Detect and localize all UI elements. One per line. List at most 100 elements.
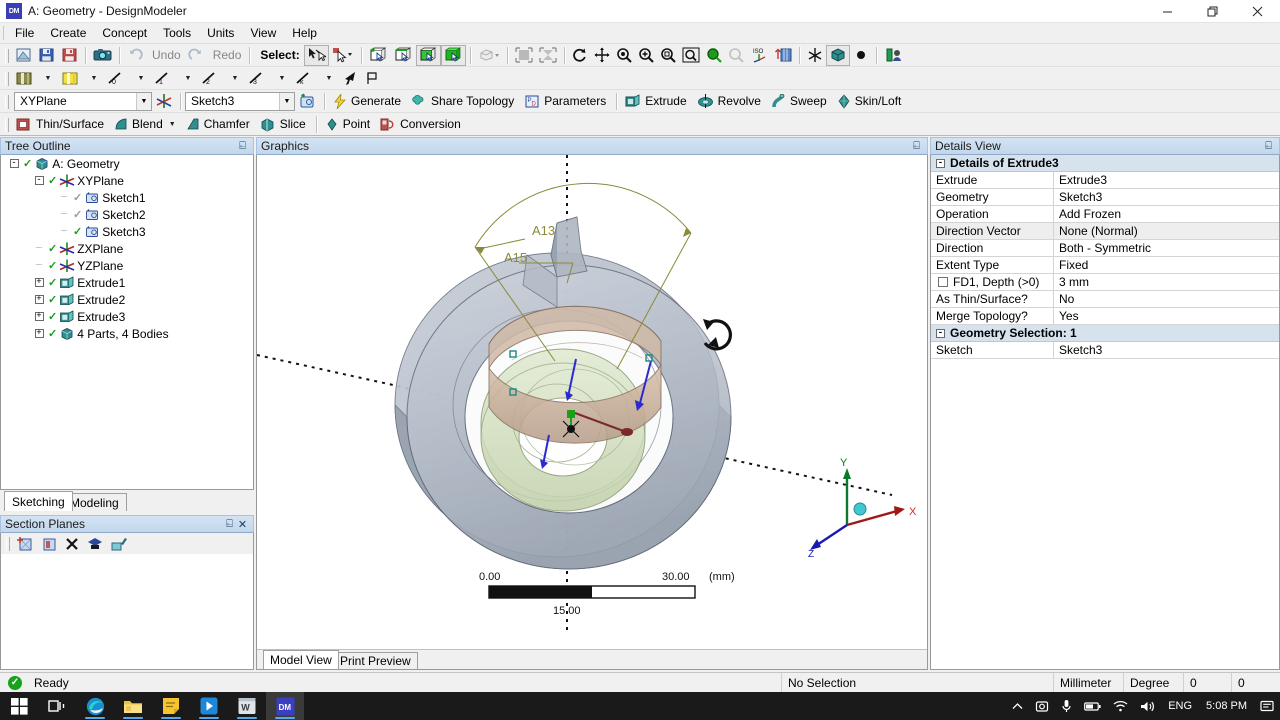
details-row[interactable]: Direction Vector None (Normal) [931, 223, 1279, 240]
taskbar-word[interactable]: W [228, 692, 266, 720]
toolbar-grip[interactable] [3, 93, 10, 110]
tree-expander[interactable]: + [30, 278, 48, 287]
select-faces-icon[interactable] [415, 44, 441, 66]
taskbar-file-explorer[interactable] [114, 692, 152, 720]
toolbar-grip[interactable] [4, 535, 11, 552]
tray-language[interactable]: ENG [1161, 700, 1199, 712]
tray-chevron-up-icon[interactable] [1006, 692, 1029, 720]
point-button[interactable]: Point [321, 114, 376, 135]
tree-expander[interactable]: - [5, 159, 23, 168]
display-plane-icon[interactable] [804, 45, 826, 66]
menu-create[interactable]: Create [42, 24, 94, 42]
tree-node-extrude1[interactable]: + ✓ Extrude1 [1, 274, 253, 291]
pointer-icon[interactable] [339, 68, 361, 89]
close-icon[interactable]: ✕ [236, 518, 249, 531]
details-row-value[interactable]: Both - Symmetric [1054, 240, 1279, 256]
chevron-down-icon[interactable]: ▼ [270, 68, 292, 89]
details-row-value[interactable]: None (Normal) [1054, 223, 1279, 239]
zoom-in-icon[interactable] [635, 45, 657, 66]
menu-help[interactable]: Help [284, 24, 325, 42]
tree-expander[interactable]: + [30, 329, 48, 338]
tree-node-a-geometry[interactable]: - ✓ A: Geometry [1, 155, 253, 172]
pan-icon[interactable] [591, 45, 613, 66]
tree-outline-body[interactable]: - ✓ A: Geometry - ✓ XYPlane ┈ ✓ Sketch1 ┈ ✓ Sketch2… [0, 155, 254, 490]
new-section-plane-icon[interactable] [13, 533, 37, 554]
details-row[interactable]: Extent Type Fixed [931, 257, 1279, 274]
details-row-value[interactable]: Add Frozen [1054, 206, 1279, 222]
dimension-label-a13[interactable]: A13 [532, 223, 555, 238]
sketch1-icon[interactable]: 1 [151, 68, 176, 89]
expander-box[interactable]: + [34, 295, 44, 304]
select-box-icon[interactable] [329, 45, 357, 66]
sketch0-icon[interactable]: 0 [104, 68, 129, 89]
select-edges-icon[interactable] [391, 45, 416, 66]
tree-node-4-parts-4-bodies[interactable]: + ✓ 4 Parts, 4 Bodies [1, 325, 253, 342]
details-row[interactable]: Merge Topology? Yes [931, 308, 1279, 325]
details-row-value[interactable]: 3 mm [1054, 274, 1279, 290]
share-topology-button[interactable]: Share Topology [407, 91, 520, 112]
details-row[interactable]: Extrude Extrude3 [931, 172, 1279, 189]
pin-icon[interactable]: ⍇ [223, 518, 236, 531]
generate-button[interactable]: Generate [329, 91, 407, 112]
details-row[interactable]: Geometry Sketch3 [931, 189, 1279, 206]
redo-icon[interactable] [185, 45, 207, 66]
box-zoom-icon[interactable] [657, 45, 679, 66]
conversion-button[interactable]: Conversion [376, 114, 467, 135]
save-as-icon[interactable] [58, 45, 81, 66]
expander-box[interactable]: + [34, 278, 44, 287]
details-row-value[interactable]: Extrude3 [1054, 172, 1279, 188]
notification-center-icon[interactable] [1254, 692, 1280, 720]
expander-box[interactable]: + [34, 312, 44, 321]
chevron-down-icon[interactable]: ▼ [169, 121, 176, 128]
expander-box[interactable]: - [34, 176, 44, 185]
section-paint-icon[interactable] [107, 533, 131, 554]
tab-print-preview[interactable]: Print Preview [333, 652, 418, 669]
section-expander[interactable]: - [936, 328, 945, 338]
task-view-button[interactable] [38, 692, 76, 720]
rotate-icon[interactable] [569, 45, 591, 66]
tab-sketching[interactable]: Sketching [4, 491, 73, 511]
chevron-down-icon[interactable]: ▼ [279, 92, 294, 110]
tree-node-sketch2[interactable]: ┈ ✓ Sketch2 [1, 206, 253, 223]
tray-clock[interactable]: 5:08 PM [1199, 700, 1254, 712]
tree-node-xyplane[interactable]: - ✓ XYPlane [1, 172, 253, 189]
display-model-icon[interactable] [825, 44, 850, 66]
expander-box[interactable]: - [9, 159, 19, 168]
menu-file[interactable]: File [7, 24, 42, 42]
show-whole-elements-icon[interactable] [83, 533, 107, 554]
iso-view-icon[interactable]: ISO [747, 45, 771, 66]
section-expander[interactable]: - [936, 158, 945, 168]
edit-section-plane-icon[interactable] [37, 533, 61, 554]
extrude-button[interactable]: Extrude [621, 91, 692, 112]
details-row[interactable]: Direction Both - Symmetric [931, 240, 1279, 257]
cross-section-icon[interactable] [881, 45, 907, 66]
dimension-label-a15[interactable]: A15 [504, 250, 527, 265]
chamfer-button[interactable]: Chamfer [182, 114, 256, 135]
sweep-button[interactable]: Sweep [767, 91, 833, 112]
plane-olive-icon[interactable] [12, 68, 36, 89]
blend-button[interactable]: Blend ▼ [110, 114, 182, 135]
chevron-down-icon[interactable]: ▼ [176, 68, 198, 89]
menu-concept[interactable]: Concept [94, 24, 155, 42]
parameter-checkbox[interactable] [938, 277, 948, 287]
parameters-button[interactable]: P D Parameters [520, 91, 612, 112]
details-row-value[interactable]: Fixed [1054, 257, 1279, 273]
select-vertices-icon[interactable] [366, 45, 391, 66]
details-section-header[interactable]: - Details of Extrude3 [931, 155, 1279, 172]
tree-node-yzplane[interactable]: ┈ ✓ YZPlane [1, 257, 253, 274]
details-row-value[interactable]: Yes [1054, 308, 1279, 324]
viewport-split-icon[interactable] [536, 45, 560, 66]
details-section-header[interactable]: - Geometry Selection: 1 [931, 325, 1279, 342]
sketchk-icon[interactable]: k [292, 68, 317, 89]
display-points-icon[interactable] [850, 45, 872, 66]
new-file-icon[interactable] [12, 45, 35, 66]
tree-node-zxplane[interactable]: ┈ ✓ ZXPlane [1, 240, 253, 257]
tree-node-extrude2[interactable]: + ✓ Extrude2 [1, 291, 253, 308]
minimize-button[interactable] [1145, 0, 1190, 23]
details-row[interactable]: FD1, Depth (>0) 3 mm [931, 274, 1279, 291]
details-row[interactable]: As Thin/Surface? No [931, 291, 1279, 308]
restore-button[interactable] [1190, 0, 1235, 23]
details-row-value[interactable]: Sketch3 [1054, 189, 1279, 205]
zoom-to-fit-icon[interactable] [679, 45, 703, 66]
sketch-selector[interactable]: Sketch3 ▼ [185, 91, 295, 111]
